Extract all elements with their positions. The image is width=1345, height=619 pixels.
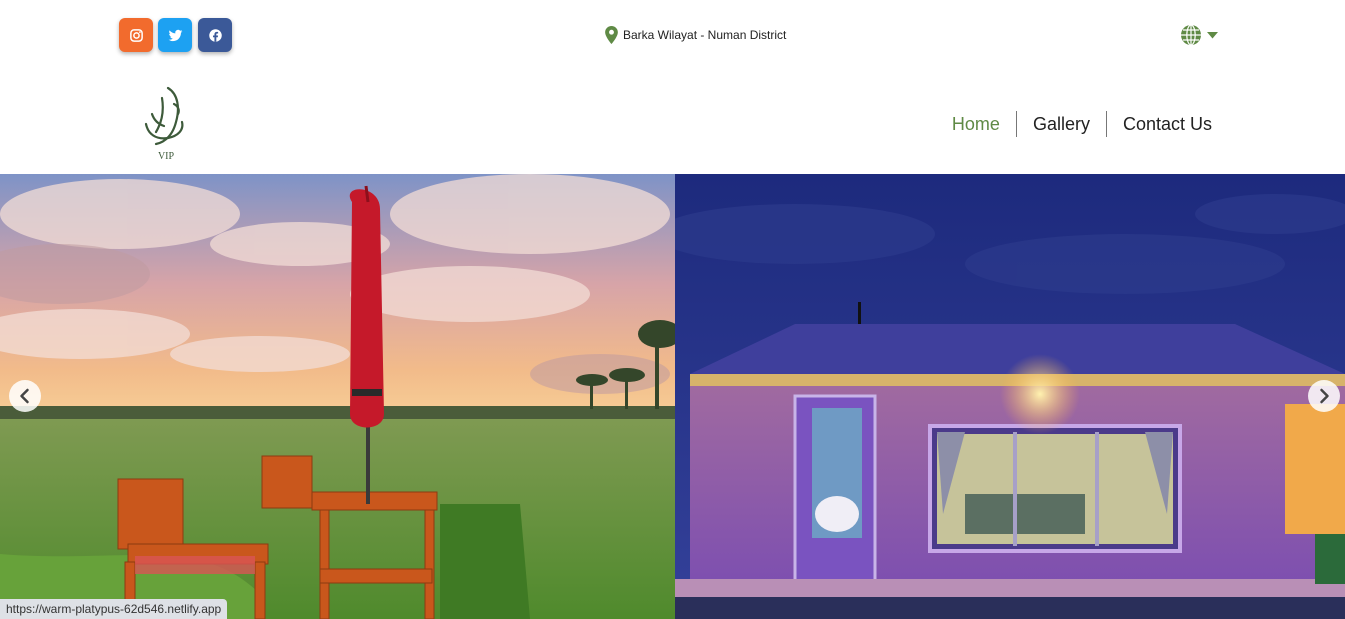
carousel-prev-button[interactable] bbox=[9, 380, 41, 412]
nav-gallery[interactable]: Gallery bbox=[1015, 111, 1106, 137]
location-text: Barka Wilayat - Numan District bbox=[623, 28, 787, 42]
caret-down-icon bbox=[1207, 31, 1218, 38]
chalet-night-image bbox=[675, 174, 1345, 619]
twitter-icon bbox=[168, 29, 182, 41]
chevron-left-icon bbox=[20, 388, 29, 404]
carousel-next-button[interactable] bbox=[1308, 380, 1340, 412]
slide-farm-sunset bbox=[0, 174, 675, 619]
top-bar: Barka Wilayat - Numan District bbox=[0, 0, 1345, 70]
nav-contact-us[interactable]: Contact Us bbox=[1105, 111, 1228, 137]
browser-status-url: https://warm-platypus-62d546.netlify.app bbox=[0, 599, 228, 619]
location: Barka Wilayat - Numan District bbox=[605, 26, 786, 44]
instagram-icon bbox=[129, 28, 143, 42]
nav-home[interactable]: Home bbox=[936, 111, 1016, 137]
chevron-right-icon bbox=[1320, 388, 1329, 404]
navbar: VIP Home Gallery Contact Us bbox=[0, 70, 1345, 174]
globe-icon bbox=[1181, 24, 1201, 46]
farm-sunset-image bbox=[0, 174, 675, 619]
main-nav: Home Gallery Contact Us bbox=[936, 111, 1228, 137]
map-pin-icon bbox=[605, 26, 618, 44]
facebook-icon bbox=[208, 28, 222, 42]
logo-mark: VIP bbox=[144, 86, 184, 162]
language-selector[interactable] bbox=[1180, 24, 1218, 46]
slide-chalet-night bbox=[675, 174, 1345, 619]
facebook-button[interactable] bbox=[198, 18, 232, 52]
instagram-button[interactable] bbox=[119, 18, 153, 52]
logo-text: VIP bbox=[158, 151, 175, 162]
site-logo[interactable]: VIP bbox=[138, 84, 190, 162]
hero-carousel bbox=[0, 174, 1345, 619]
twitter-button[interactable] bbox=[158, 18, 192, 52]
